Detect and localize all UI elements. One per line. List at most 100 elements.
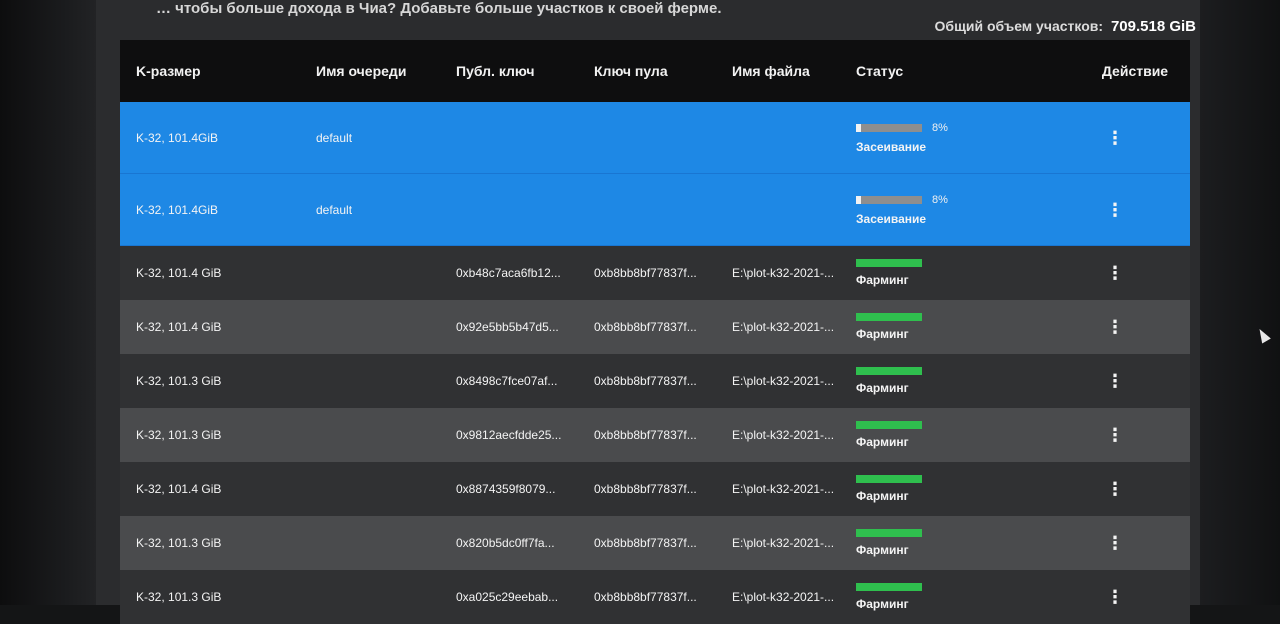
status-label: Засеивание: [856, 211, 927, 226]
column-header-k-size[interactable]: K-размер: [120, 63, 300, 79]
table-row[interactable]: K-32, 101.3 GiB 0x8498c7fce07af... 0xb8bb8…: [120, 354, 1190, 408]
cell-public-key: 0xa025c29eebab...: [456, 590, 559, 604]
cell-public-key: 0x8498c7fce07af...: [456, 374, 558, 388]
status-progress-bar: [856, 123, 922, 132]
cell-public-key: 0x820b5dc0ff7fa...: [456, 536, 555, 550]
cell-k-size: K-32, 101.4 GiB: [136, 482, 222, 496]
table-body: K-32, 101.4GiB default 8% Засеивание ⋮ K-32, …: [120, 102, 1190, 624]
table-row[interactable]: K-32, 101.3 GiB 0xa025c29eebab... 0xb8bb8b…: [120, 570, 1190, 624]
status-progress-percent: 8%: [932, 193, 948, 206]
table-row[interactable]: K-32, 101.3 GiB 0x820b5dc0ff7fa... 0xb8bb8…: [120, 516, 1190, 570]
table-row[interactable]: K-32, 101.4GiB default 8% Засеивание ⋮: [120, 174, 1190, 246]
cell-public-key: 0x8874359f8079...: [456, 482, 556, 496]
cell-filename: E:\plot-k32-2021-...: [732, 536, 835, 550]
status-progress-bar: [856, 529, 922, 537]
cell-status: 8% Засеивание: [840, 122, 1040, 154]
status-progress-bar: [856, 195, 922, 204]
table-header: K-размер Имя очереди Публ. ключ Ключ пул…: [120, 40, 1190, 102]
cell-status: Фарминг: [840, 421, 1040, 449]
total-plot-size: Общий объем участков: 709.518 GiB: [935, 18, 1196, 35]
cell-status: Фарминг: [840, 583, 1040, 611]
cell-action: ⋮: [1040, 318, 1190, 336]
cell-filename: E:\plot-k32-2021-...: [732, 482, 835, 496]
status-label: Фарминг: [856, 381, 909, 395]
cell-action: ⋮: [1040, 480, 1190, 498]
cell-pool-key: 0xb8bb8bf77837f...: [594, 590, 697, 604]
cell-action: ⋮: [1040, 129, 1190, 147]
column-header-action: Действие: [1101, 63, 1169, 79]
cell-status: Фарминг: [840, 529, 1040, 557]
status-label: Фарминг: [856, 489, 909, 503]
cell-k-size: K-32, 101.4 GiB: [136, 266, 222, 280]
cell-action: ⋮: [1040, 426, 1190, 444]
cell-status: 8% Засеивание: [840, 194, 1040, 226]
more-vertical-icon[interactable]: ⋮: [1106, 588, 1124, 606]
table-row[interactable]: K-32, 101.3 GiB 0x9812aecfdde25... 0xb8bb8…: [120, 408, 1190, 462]
table-row[interactable]: K-32, 101.4 GiB 0xb48c7aca6fb12... 0xb8bb8…: [120, 246, 1190, 300]
column-header-filename[interactable]: Имя файла: [716, 63, 840, 79]
more-vertical-icon[interactable]: ⋮: [1106, 318, 1124, 336]
table-row[interactable]: K-32, 101.4 GiB 0x8874359f8079... 0xb8bb8b…: [120, 462, 1190, 516]
cell-filename: E:\plot-k32-2021-...: [732, 320, 835, 334]
status-label: Фарминг: [856, 597, 909, 611]
column-header-status[interactable]: Статус: [840, 63, 1040, 79]
cell-filename: E:\plot-k32-2021-...: [732, 266, 835, 280]
plots-page: … чтобы больше дохода в Чиа? Добавьте бо…: [96, 0, 1200, 624]
more-vertical-icon[interactable]: ⋮: [1106, 264, 1124, 282]
cell-k-size: K-32, 101.3 GiB: [136, 428, 222, 442]
status-label: Засеивание: [856, 139, 927, 154]
more-vertical-icon[interactable]: ⋮: [1106, 426, 1124, 444]
cell-pool-key: 0xb8bb8bf77837f...: [594, 374, 697, 388]
status-progress-bar: [856, 259, 922, 267]
cell-queue: default: [316, 202, 353, 217]
monitor-bezel-right: [1200, 0, 1280, 605]
status-progress-percent: 8%: [932, 121, 948, 134]
status-progress-bar: [856, 583, 922, 591]
cell-filename: E:\plot-k32-2021-...: [732, 590, 835, 604]
more-vertical-icon[interactable]: ⋮: [1106, 372, 1124, 390]
status-progress-bar: [856, 313, 922, 321]
cell-action: ⋮: [1040, 588, 1190, 606]
status-progress-bar: [856, 367, 922, 375]
status-progress-bar: [856, 421, 922, 429]
status-label: Фарминг: [856, 435, 909, 449]
cell-public-key: 0xb48c7aca6fb12...: [456, 266, 561, 280]
column-header-queue[interactable]: Имя очереди: [300, 63, 440, 79]
total-plot-size-value: 709.518 GiB: [1110, 18, 1196, 35]
cell-filename: E:\plot-k32-2021-...: [732, 428, 835, 442]
column-header-pool-key[interactable]: Ключ пула: [578, 63, 716, 79]
plots-table: K-размер Имя очереди Публ. ключ Ключ пул…: [120, 40, 1190, 624]
cell-action: ⋮: [1040, 264, 1190, 282]
total-plot-size-label: Общий объем участков:: [934, 18, 1104, 34]
cell-k-size: K-32, 101.3 GiB: [136, 536, 222, 550]
cell-k-size: K-32, 101.4GiB: [136, 202, 219, 217]
cell-pool-key: 0xb8bb8bf77837f...: [594, 482, 697, 496]
cell-status: Фарминг: [840, 475, 1040, 503]
more-vertical-icon[interactable]: ⋮: [1106, 480, 1124, 498]
cell-action: ⋮: [1040, 372, 1190, 390]
status-label: Фарминг: [856, 273, 909, 287]
more-vertical-icon[interactable]: ⋮: [1106, 534, 1124, 552]
cell-pool-key: 0xb8bb8bf77837f...: [594, 266, 697, 280]
cell-pool-key: 0xb8bb8bf77837f...: [594, 536, 697, 550]
table-row[interactable]: K-32, 101.4GiB default 8% Засеивание ⋮: [120, 102, 1190, 174]
more-vertical-icon[interactable]: ⋮: [1106, 129, 1124, 147]
cell-filename: E:\plot-k32-2021-...: [732, 374, 835, 388]
status-label: Фарминг: [856, 327, 909, 341]
cell-k-size: K-32, 101.3 GiB: [136, 374, 222, 388]
cell-k-size: K-32, 101.4GiB: [136, 130, 219, 145]
monitor-bezel-left: [0, 0, 96, 605]
cell-pool-key: 0xb8bb8bf77837f...: [594, 320, 697, 334]
cell-status: Фарминг: [840, 367, 1040, 395]
cell-k-size: K-32, 101.4 GiB: [136, 320, 222, 334]
more-vertical-icon[interactable]: ⋮: [1106, 201, 1124, 219]
status-progress-bar: [856, 475, 922, 483]
table-row[interactable]: K-32, 101.4 GiB 0x92e5bb5b47d5... 0xb8bb8b…: [120, 300, 1190, 354]
cell-k-size: K-32, 101.3 GiB: [136, 590, 222, 604]
column-header-public-key[interactable]: Публ. ключ: [440, 63, 578, 79]
cell-status: Фарминг: [840, 259, 1040, 287]
cell-public-key: 0x9812aecfdde25...: [456, 428, 562, 442]
status-label: Фарминг: [856, 543, 909, 557]
add-plots-notice: … чтобы больше дохода в Чиа? Добавьте бо…: [156, 0, 722, 17]
cell-action: ⋮: [1040, 201, 1190, 219]
